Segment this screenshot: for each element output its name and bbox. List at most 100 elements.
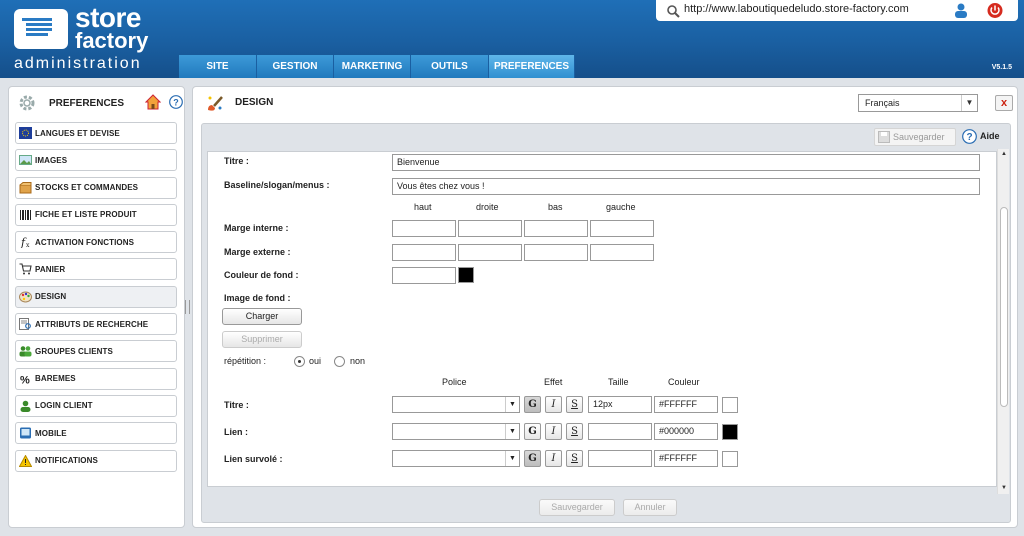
sidebar-item-login-client[interactable]: LOGIN CLIENT (15, 394, 177, 417)
font-row-titre-label: Titre : (224, 400, 249, 410)
main-nav: SITE GESTION MARKETING OUTILS PREFERENCE… (179, 55, 575, 78)
marge-interne-gauche[interactable] (590, 220, 654, 237)
sidebar-item-label: IMAGES (35, 155, 68, 165)
sidebar-item-langues[interactable]: LANGUES ET DEVISE (15, 122, 177, 144)
form-scrollbar[interactable]: ▲ ▼ (997, 149, 1009, 494)
marge-interne-droite[interactable] (458, 220, 522, 237)
mobile-icon (20, 427, 31, 439)
tab-outils[interactable]: OUTILS (411, 55, 489, 78)
font-titre-select[interactable]: ▼ (392, 396, 520, 413)
charger-button[interactable]: Charger (222, 308, 302, 325)
italic-button[interactable]: I (545, 423, 562, 440)
sidebar-item-baremes[interactable]: % BAREMES (15, 367, 177, 390)
sidebar-item-fiche-produit[interactable]: FICHE ET LISTE PRODUIT (15, 203, 177, 226)
sidebar-item-notifications[interactable]: NOTIFICATIONS (15, 449, 177, 472)
font-lien-survole-select[interactable]: ▼ (392, 450, 520, 467)
supprimer-button[interactable]: Supprimer (222, 331, 302, 348)
font-lien-size[interactable] (588, 423, 652, 440)
strike-button[interactable]: S (566, 423, 583, 440)
couleur-fond-input[interactable] (392, 267, 456, 284)
scroll-up-arrow-icon[interactable]: ▲ (998, 149, 1010, 160)
font-titre-swatch[interactable] (722, 397, 738, 413)
site-url[interactable]: http://www.laboutiquedeludo.store-factor… (684, 3, 909, 15)
users-icon (19, 346, 32, 357)
sidebar-item-stocks[interactable]: STOCKS ET COMMANDES (15, 176, 177, 199)
marge-interne-haut[interactable] (392, 220, 456, 237)
font-lien-select[interactable]: ▼ (392, 423, 520, 440)
font-lien-survole-swatch[interactable] (722, 451, 738, 467)
warning-icon (19, 454, 32, 467)
strike-button[interactable]: S (566, 450, 583, 467)
design-panel: DESIGN Français ▼ x Sauvegarder ? Aide T… (192, 86, 1018, 528)
sidebar-resize-handle[interactable] (185, 300, 190, 314)
sidebar-title: PREFERENCES (49, 98, 125, 109)
magnifier-icon (667, 5, 680, 18)
sidebar-item-label: STOCKS ET COMMANDES (35, 183, 139, 193)
user-account-icon[interactable] (952, 2, 970, 19)
store-factory-logo[interactable] (14, 9, 68, 49)
font-lien-survole-size[interactable] (588, 450, 652, 467)
gear-icon (19, 95, 35, 111)
percent-icon: % (20, 374, 30, 385)
marge-externe-gauche[interactable] (590, 244, 654, 261)
cancel-button[interactable]: Annuler (623, 499, 677, 516)
sidebar-item-images[interactable]: IMAGES (15, 149, 177, 172)
page-title: DESIGN (235, 97, 274, 108)
toolbar-save-button[interactable]: Sauvegarder (874, 128, 956, 146)
close-button[interactable]: x (995, 95, 1013, 111)
tab-site[interactable]: SITE (179, 55, 257, 78)
sidebar-item-panier[interactable]: PANIER (15, 258, 177, 281)
font-titre-size[interactable]: 12px (588, 396, 652, 413)
bold-button[interactable]: G (524, 423, 541, 440)
baseline-input[interactable]: Vous êtes chez vous ! (392, 178, 980, 195)
italic-button[interactable]: I (545, 396, 562, 413)
marge-externe-haut[interactable] (392, 244, 456, 261)
taille-header: Taille (608, 377, 629, 387)
couleur-fond-swatch[interactable] (458, 267, 474, 283)
sidebar-header: PREFERENCES ? (17, 93, 187, 113)
sidebar-item-activation-fonctions[interactable]: fx ACTIVATION FONCTIONS (15, 231, 177, 254)
italic-button[interactable]: I (545, 450, 562, 467)
strike-button[interactable]: S (566, 396, 583, 413)
sidebar-item-label: BAREMES (35, 374, 76, 384)
scroll-thumb[interactable] (1000, 207, 1008, 407)
sidebar-item-design[interactable]: DESIGN (15, 285, 177, 308)
repetition-oui-radio[interactable] (294, 356, 305, 367)
cart-logo-icon (22, 18, 52, 36)
scroll-down-arrow-icon[interactable]: ▼ (998, 483, 1010, 494)
sidebar-item-groupes-clients[interactable]: GROUPES CLIENTS (15, 340, 177, 363)
effet-header: Effet (544, 377, 563, 387)
repetition-non-radio[interactable] (334, 356, 345, 367)
help-icon[interactable]: ? (169, 95, 183, 109)
font-lien-survole-color[interactable]: #FFFFFF (654, 450, 718, 467)
bold-button[interactable]: G (524, 450, 541, 467)
chevron-down-icon: ▼ (505, 451, 519, 466)
save-icon (878, 131, 890, 143)
marge-externe-droite[interactable] (458, 244, 522, 261)
sidebar-item-mobile[interactable]: MOBILE (15, 422, 177, 445)
language-select[interactable]: Français ▼ (858, 94, 978, 112)
cart-icon (19, 263, 32, 275)
logout-power-icon[interactable] (986, 2, 1004, 19)
font-row-lien-label: Lien : (224, 427, 248, 437)
baseline-label: Baseline/slogan/menus : (224, 180, 330, 190)
tab-marketing[interactable]: MARKETING (334, 55, 411, 78)
user-icon (20, 400, 31, 412)
design-form: Titre : Bienvenue Baseline/slogan/menus … (207, 151, 997, 487)
sidebar-item-label: DESIGN (35, 292, 67, 302)
save-button[interactable]: Sauvegarder (539, 499, 615, 516)
tab-preferences[interactable]: PREFERENCES (489, 55, 575, 78)
tab-gestion[interactable]: GESTION (257, 55, 334, 78)
font-lien-color[interactable]: #000000 (654, 423, 718, 440)
font-titre-color[interactable]: #FFFFFF (654, 396, 718, 413)
sidebar-item-attributs-recherche[interactable]: ATTRIBUTS DE RECHERCHE (15, 313, 177, 336)
titre-input[interactable]: Bienvenue (392, 154, 980, 171)
bold-button[interactable]: G (524, 396, 541, 413)
font-lien-swatch[interactable] (722, 424, 738, 440)
marge-externe-bas[interactable] (524, 244, 588, 261)
sidebar-item-label: ATTRIBUTS DE RECHERCHE (35, 319, 149, 329)
home-icon[interactable] (145, 94, 161, 110)
marge-interne-bas[interactable] (524, 220, 588, 237)
sidebar-item-label: PANIER (35, 264, 66, 274)
palette-icon (19, 291, 32, 303)
